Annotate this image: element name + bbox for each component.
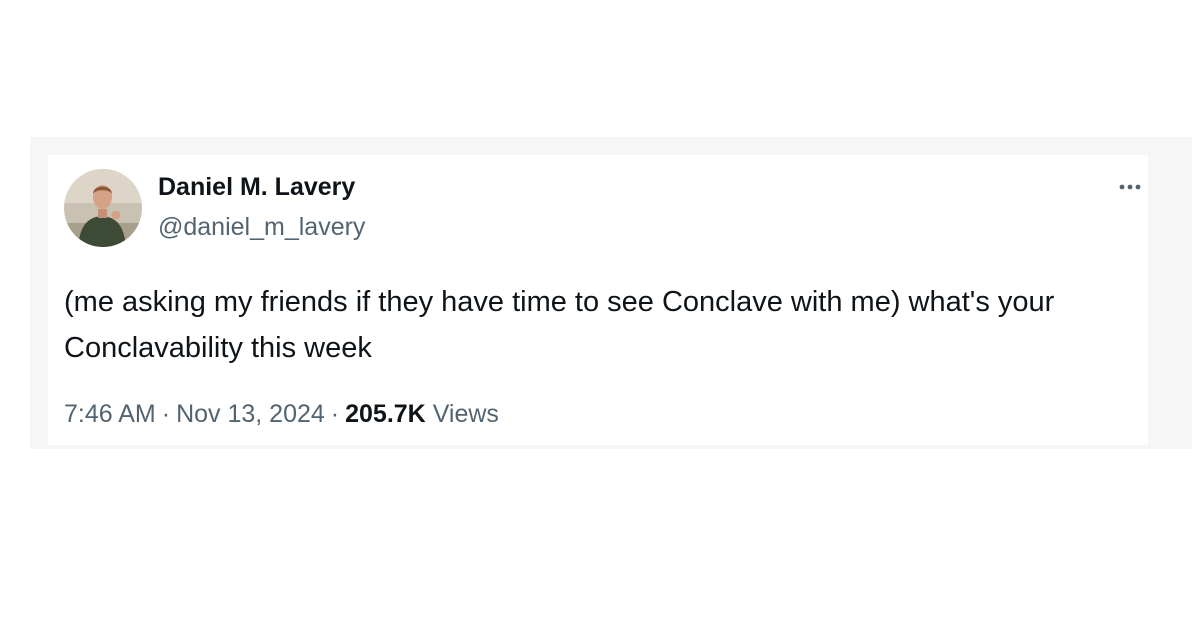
avatar[interactable] [64,169,142,247]
separator-dot: · [161,400,171,428]
more-options-icon [1119,184,1141,190]
views-label: Views [432,400,499,428]
author-handle[interactable]: @daniel_m_lavery [158,213,365,242]
tweet-time[interactable]: 7:46 AM [64,400,156,428]
separator-dot: · [330,400,340,428]
author-display-name[interactable]: Daniel M. Lavery [158,173,355,202]
more-options-button[interactable] [1116,175,1146,199]
tweet-text: (me asking my friends if they have time … [64,286,1055,364]
tweet-metadata: 7:46 AM · Nov 13, 2024 · 205.7K Views [64,400,499,429]
tweet-date[interactable]: Nov 13, 2024 [176,400,325,428]
profile-photo-icon [64,169,142,247]
views-count[interactable]: 205.7K [345,400,426,428]
tweet-card[interactable]: Daniel M. Lavery @daniel_m_lavery (me as… [48,155,1148,445]
